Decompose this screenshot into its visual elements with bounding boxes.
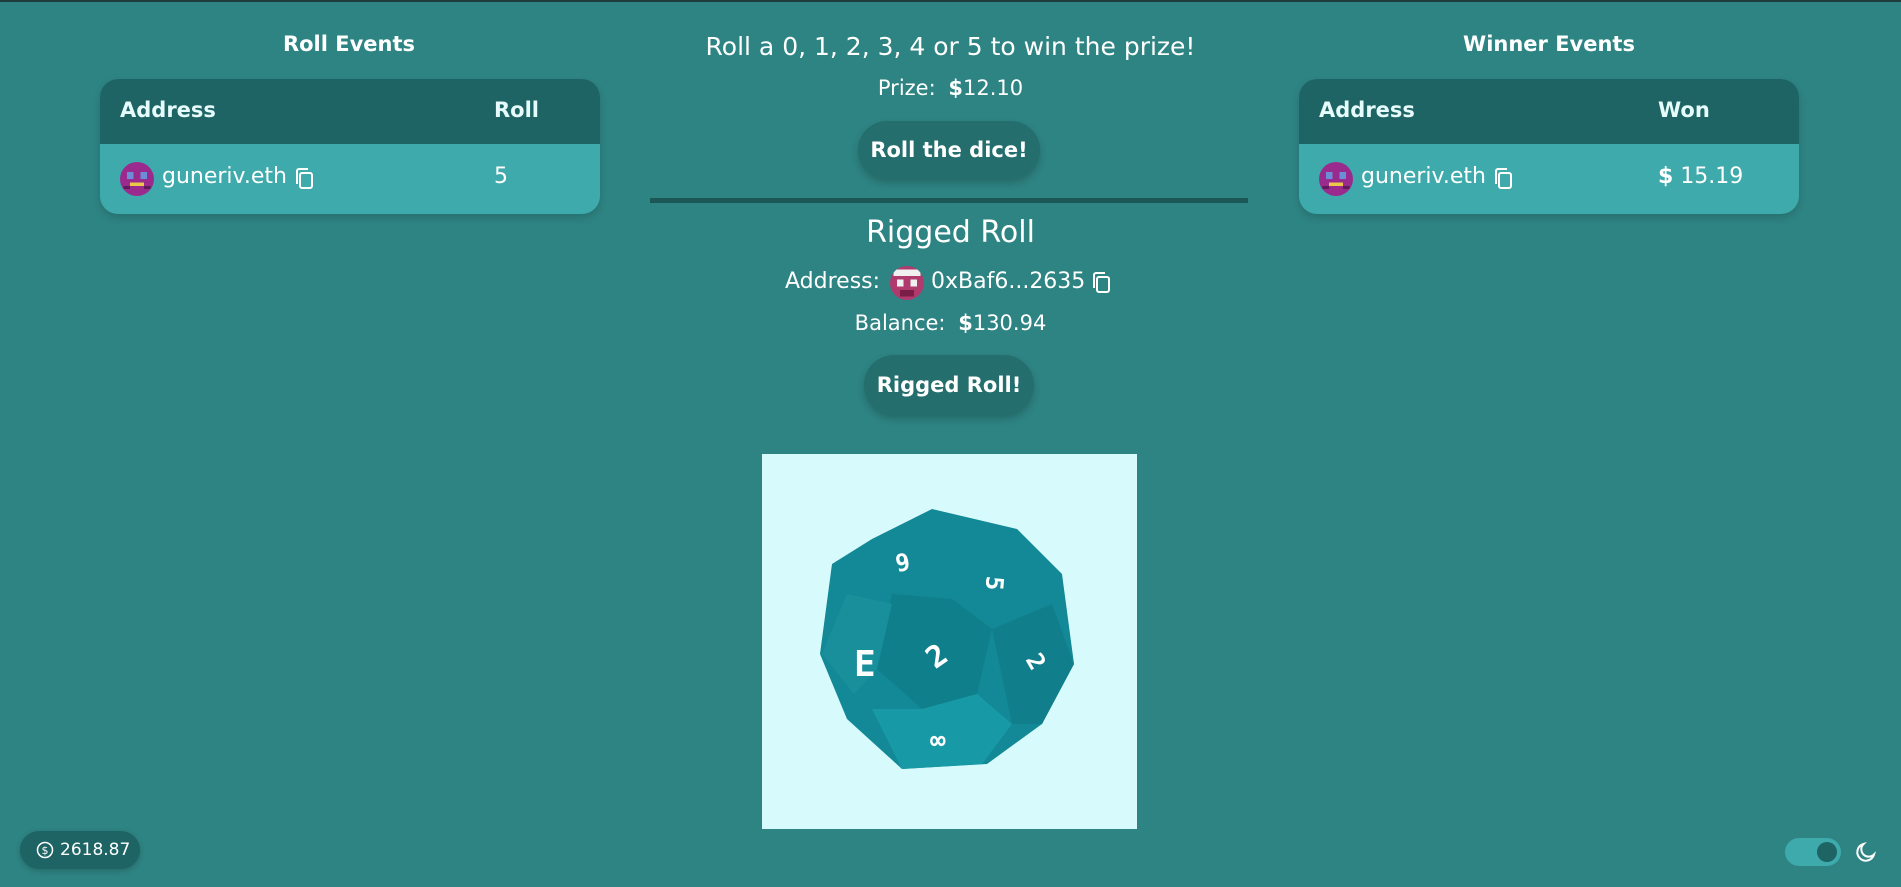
row-address: guneriv.eth (162, 164, 287, 189)
dollar-icon: $ (1658, 164, 1674, 189)
avatar-icon (1319, 162, 1353, 196)
rigged-address-line: Address: 0xBaf6...2635 (0, 266, 1901, 302)
rigged-roll-title: Rigged Roll (866, 215, 1035, 250)
table-row: guneriv.eth $ 15.19 (1299, 144, 1799, 214)
row-roll: 5 (494, 164, 508, 189)
table-header: Address Won (1299, 79, 1799, 144)
copy-icon[interactable] (1090, 271, 1112, 295)
theme-toggle[interactable] (1785, 838, 1841, 866)
row-won: $ 15.19 (1658, 164, 1743, 189)
dice-face-label: E (854, 644, 876, 685)
row-address: guneriv.eth (1361, 164, 1486, 189)
prize-label: Prize: (877, 76, 936, 100)
svg-text:$: $ (42, 844, 49, 857)
prize-value: 12.10 (962, 76, 1024, 100)
column-address: Address (1319, 98, 1415, 122)
dollar-icon: $ (36, 841, 54, 859)
dice-image: 9 5 E 2 2 ∞ (762, 454, 1137, 829)
avatar-icon (890, 266, 924, 300)
column-address: Address (120, 98, 216, 122)
address-value: 0xBaf6...2635 (931, 269, 1086, 294)
avatar-icon (120, 162, 154, 196)
copy-icon[interactable] (293, 167, 315, 191)
dollar-icon: $ (958, 311, 973, 335)
moon-icon (1854, 840, 1878, 864)
dice-face-label: 5 (980, 575, 1009, 592)
wallet-balance-value: 2618.87 (60, 840, 131, 860)
balance-label: Balance: (854, 311, 946, 335)
wallet-balance-pill[interactable]: $ 2618.87 (20, 831, 140, 869)
column-roll: Roll (494, 98, 539, 122)
column-won: Won (1658, 98, 1710, 122)
dice-face-label: ∞ (930, 726, 946, 756)
winner-events-table: Address Won guneriv.eth $ 15.19 (1299, 79, 1799, 214)
roll-dice-button[interactable]: Roll the dice! (858, 121, 1040, 179)
table-row: guneriv.eth 5 (100, 144, 600, 214)
balance-value: 130.94 (972, 311, 1047, 335)
toggle-knob (1817, 842, 1837, 862)
copy-icon[interactable] (1492, 167, 1514, 191)
dollar-icon: $ (948, 76, 963, 100)
row-won-value: 15.19 (1680, 164, 1744, 189)
divider (650, 198, 1248, 203)
address-label: Address: (785, 269, 881, 294)
winner-events-title: Winner Events (1463, 32, 1635, 56)
rigged-roll-button[interactable]: Rigged Roll! (864, 355, 1034, 415)
rigged-balance-line: Balance: $130.94 (0, 311, 1901, 335)
